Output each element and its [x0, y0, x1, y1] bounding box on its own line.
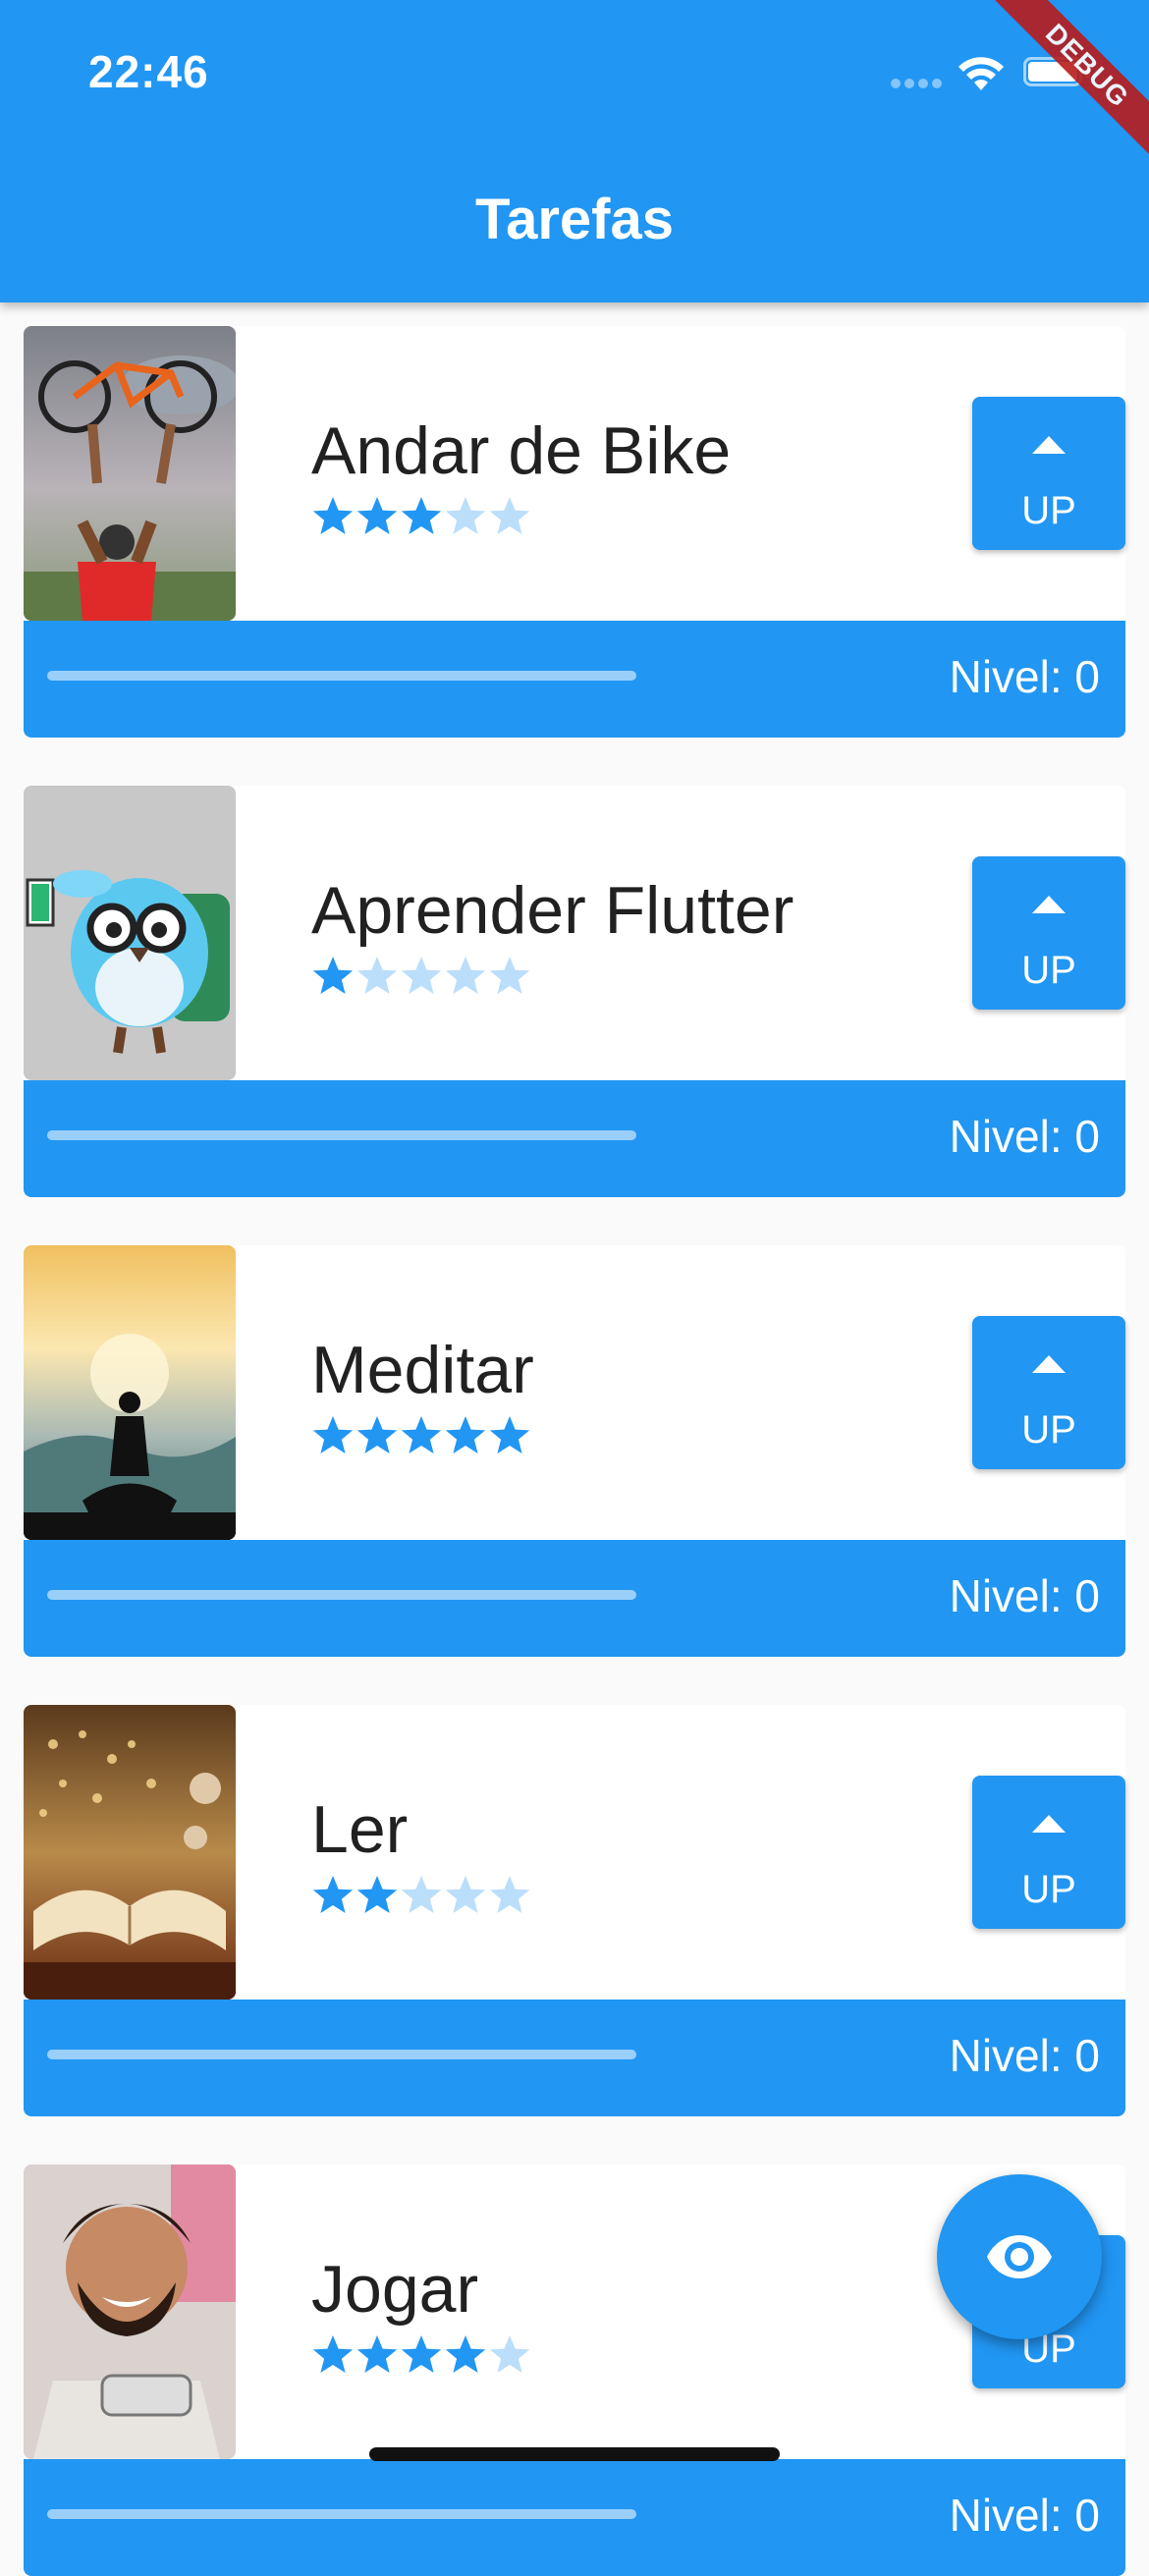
star-filled-icon [356, 1876, 398, 1913]
star-filled-icon [356, 1416, 398, 1453]
toggle-visibility-fab[interactable] [937, 2174, 1102, 2339]
star-filled-icon [401, 2335, 442, 2373]
star-empty-icon [401, 1876, 442, 1913]
home-indicator [369, 2447, 780, 2461]
task-image [24, 2165, 236, 2459]
star-empty-icon [356, 957, 398, 994]
level-progress-bar [47, 2050, 636, 2059]
task-card-footer: Nivel: 0 [24, 2000, 1125, 2116]
app-bar: 22:46 Tarefas [0, 0, 1149, 302]
star-filled-icon [312, 1876, 354, 1913]
task-image [24, 786, 236, 1080]
star-filled-icon [445, 1416, 486, 1453]
star-empty-icon [445, 497, 486, 534]
star-empty-icon [489, 497, 530, 534]
star-empty-icon [401, 957, 442, 994]
task-name: Ler [311, 1792, 409, 1867]
star-empty-icon [445, 1876, 486, 1913]
task-card: Aprender Flutter UP Nivel: 0 [24, 786, 1125, 1197]
difficulty-stars [311, 495, 532, 538]
star-filled-icon [312, 2335, 354, 2373]
task-card-footer: Nivel: 0 [24, 621, 1125, 738]
task-card-footer: Nivel: 0 [24, 1540, 1125, 1657]
level-up-button-label: UP [1021, 1408, 1076, 1452]
task-image [24, 1705, 236, 2000]
difficulty-stars [311, 2333, 532, 2377]
task-image [24, 1245, 236, 1540]
level-up-button-label: UP [1021, 949, 1076, 992]
task-card-header: Meditar UP [24, 1245, 1125, 1540]
arrow-drop-up-icon [1032, 1815, 1066, 1833]
difficulty-stars [311, 955, 532, 998]
task-name: Andar de Bike [311, 413, 732, 488]
task-name: Meditar [311, 1333, 534, 1407]
level-up-button[interactable]: UP [972, 1316, 1125, 1469]
difficulty-stars [311, 1414, 532, 1457]
task-name: Jogar [311, 2252, 479, 2327]
task-image [24, 326, 236, 621]
task-card: Andar de Bike UP Nivel: 0 [24, 326, 1125, 738]
star-filled-icon [401, 497, 442, 534]
level-text: Nivel: 0 [949, 651, 1100, 702]
wifi-icon [958, 57, 1004, 90]
task-card-header: Andar de Bike UP [24, 326, 1125, 621]
eye-icon [987, 2235, 1052, 2278]
arrow-drop-up-icon [1032, 1355, 1066, 1373]
level-up-button[interactable]: UP [972, 397, 1125, 550]
level-progress-bar [47, 2509, 636, 2519]
star-filled-icon [312, 497, 354, 534]
task-card: Ler UP Nivel: 0 [24, 1705, 1125, 2116]
level-progress-bar [47, 671, 636, 681]
level-text: Nivel: 0 [949, 1570, 1100, 1621]
star-filled-icon [401, 1416, 442, 1453]
level-text: Nivel: 0 [949, 1111, 1100, 1162]
level-text: Nivel: 0 [949, 2030, 1100, 2081]
status-time: 22:46 [88, 46, 209, 97]
star-filled-icon [489, 1416, 530, 1453]
star-empty-icon [489, 2335, 530, 2373]
page-title: Tarefas [474, 188, 675, 251]
task-card-footer: Nivel: 0 [24, 1080, 1125, 1197]
task-card-header: Aprender Flutter UP [24, 786, 1125, 1080]
level-up-button-label: UP [1021, 1868, 1076, 1911]
level-text: Nivel: 0 [949, 2490, 1100, 2541]
level-up-button[interactable]: UP [972, 856, 1125, 1010]
difficulty-stars [311, 1874, 532, 1917]
cellular-signal-icon [891, 79, 942, 88]
level-progress-bar [47, 1130, 636, 1140]
star-empty-icon [445, 957, 486, 994]
star-filled-icon [356, 2335, 398, 2373]
task-card-footer: Nivel: 0 [24, 2459, 1125, 2576]
arrow-drop-up-icon [1032, 896, 1066, 913]
level-progress-bar [47, 1590, 636, 1600]
star-filled-icon [445, 2335, 486, 2373]
level-up-button[interactable]: UP [972, 1776, 1125, 1929]
task-name: Aprender Flutter [311, 873, 794, 948]
task-card-header: Ler UP [24, 1705, 1125, 2000]
star-filled-icon [356, 497, 398, 534]
arrow-drop-up-icon [1032, 436, 1066, 454]
star-filled-icon [312, 1416, 354, 1453]
task-card: Meditar UP Nivel: 0 [24, 1245, 1125, 1657]
star-empty-icon [489, 957, 530, 994]
star-filled-icon [312, 957, 354, 994]
star-empty-icon [489, 1876, 530, 1913]
level-up-button-label: UP [1021, 489, 1076, 532]
